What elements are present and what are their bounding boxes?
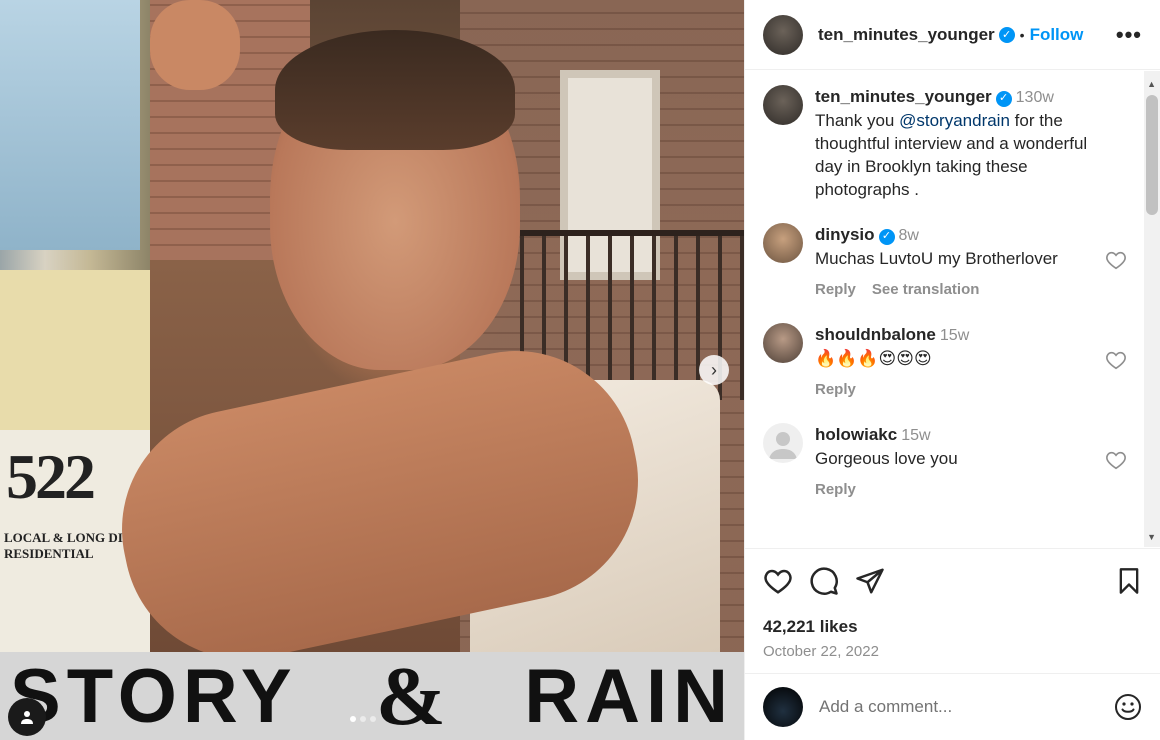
default-avatar-icon bbox=[769, 432, 797, 459]
comment-item: holowiakc 15w Gorgeous love you Reply bbox=[763, 423, 1143, 501]
author-username[interactable]: ten_minutes_younger bbox=[818, 25, 995, 45]
comment-bubble-icon[interactable] bbox=[809, 566, 839, 596]
share-paper-plane-icon[interactable] bbox=[855, 566, 885, 596]
comment-item: dinysio ✓ 8w Muchas LuvtoU my Brotherlover… bbox=[763, 223, 1143, 301]
comment-item: shouldnbalone 15w 🔥🔥🔥😍😍😍 Reply bbox=[763, 323, 1143, 401]
comment-username[interactable]: dinysio bbox=[815, 225, 875, 244]
comment-text: Muchas LuvtoU my Brotherlover bbox=[815, 249, 1058, 268]
scroll-up-arrow-icon[interactable]: ▲ bbox=[1147, 79, 1156, 89]
caption-mention-link[interactable]: @storyandrain bbox=[899, 111, 1010, 130]
caption-text-start: Thank you bbox=[815, 111, 900, 130]
comments-list[interactable]: ten_minutes_younger ✓ 130w Thank you @stor… bbox=[745, 71, 1160, 547]
caption-time[interactable]: 130w bbox=[1016, 89, 1054, 106]
verified-badge-icon: ✓ bbox=[995, 90, 1012, 107]
carousel-dot bbox=[350, 716, 356, 722]
carousel-dots bbox=[350, 716, 376, 722]
commenter-avatar[interactable] bbox=[763, 323, 803, 363]
post-sidebar: ten_minutes_younger ✓ • Follow ••• ten_m… bbox=[744, 0, 1160, 740]
caption-avatar[interactable] bbox=[763, 85, 803, 125]
carousel-dot bbox=[370, 716, 376, 722]
carousel-dot bbox=[360, 716, 366, 722]
add-comment-bar bbox=[745, 673, 1160, 740]
like-comment-heart-icon[interactable] bbox=[1105, 349, 1127, 371]
see-translation-button[interactable]: See translation bbox=[872, 278, 980, 301]
comment-username[interactable]: shouldnbalone bbox=[815, 325, 936, 344]
reply-button[interactable]: Reply bbox=[815, 478, 856, 501]
caption-username[interactable]: ten_minutes_younger bbox=[815, 87, 992, 106]
like-comment-heart-icon[interactable] bbox=[1105, 249, 1127, 271]
reply-button[interactable]: Reply bbox=[815, 278, 856, 301]
comment-text: 🔥🔥🔥😍😍😍 bbox=[815, 349, 932, 368]
like-comment-heart-icon[interactable] bbox=[1105, 449, 1127, 471]
likes-count[interactable]: 42,221 likes bbox=[763, 617, 1143, 637]
brand-logo-band: STORY & RAIN bbox=[0, 650, 744, 740]
raised-hand bbox=[150, 0, 240, 90]
emoji-picker-icon[interactable] bbox=[1113, 692, 1143, 722]
verified-badge-icon: ✓ bbox=[878, 228, 895, 245]
scroll-down-arrow-icon[interactable]: ▼ bbox=[1147, 532, 1156, 542]
viewer-avatar[interactable] bbox=[763, 687, 803, 727]
caption: ten_minutes_younger ✓ 130w Thank you @stor… bbox=[763, 85, 1143, 201]
like-heart-icon[interactable] bbox=[763, 566, 793, 596]
poster-number: 522 bbox=[6, 441, 96, 512]
next-image-button[interactable]: › bbox=[699, 355, 729, 385]
post-header: ten_minutes_younger ✓ • Follow ••• bbox=[745, 0, 1160, 70]
comment-time[interactable]: 8w bbox=[899, 227, 919, 244]
add-comment-input[interactable] bbox=[819, 697, 1089, 717]
logo-ampersand: & bbox=[375, 649, 446, 740]
header-separator: • bbox=[1019, 26, 1025, 43]
poster-dog bbox=[0, 0, 140, 250]
poster-yellow bbox=[0, 270, 150, 440]
logo-rain: RAIN bbox=[524, 653, 734, 739]
commenter-avatar[interactable] bbox=[763, 223, 803, 263]
author-avatar[interactable] bbox=[763, 14, 803, 55]
chevron-right-icon: › bbox=[711, 359, 717, 380]
logo-story: STORY bbox=[10, 653, 298, 739]
comment-username[interactable]: holowiakc bbox=[815, 425, 897, 444]
comment-time[interactable]: 15w bbox=[940, 327, 969, 344]
scrollbar-thumb[interactable] bbox=[1146, 95, 1158, 215]
verified-badge-icon: ✓ bbox=[998, 26, 1015, 43]
comment-time[interactable]: 15w bbox=[901, 427, 930, 444]
post-media[interactable]: 522 LOCAL & LONG DIST RESIDENTIAL › STOR… bbox=[0, 0, 744, 740]
post-date[interactable]: October 22, 2022 bbox=[763, 643, 1143, 660]
reply-button[interactable]: Reply bbox=[815, 378, 856, 401]
save-bookmark-icon[interactable] bbox=[1115, 566, 1143, 596]
follow-button[interactable]: Follow bbox=[1030, 25, 1084, 45]
post-actions: 42,221 likes October 22, 2022 bbox=[745, 548, 1160, 660]
comment-text: Gorgeous love you bbox=[815, 449, 958, 468]
user-tag-icon[interactable] bbox=[8, 698, 46, 736]
post-photo: 522 LOCAL & LONG DIST RESIDENTIAL bbox=[0, 0, 744, 652]
more-options-icon[interactable]: ••• bbox=[1116, 22, 1142, 48]
commenter-avatar[interactable] bbox=[763, 423, 803, 463]
man-hair bbox=[275, 30, 515, 150]
